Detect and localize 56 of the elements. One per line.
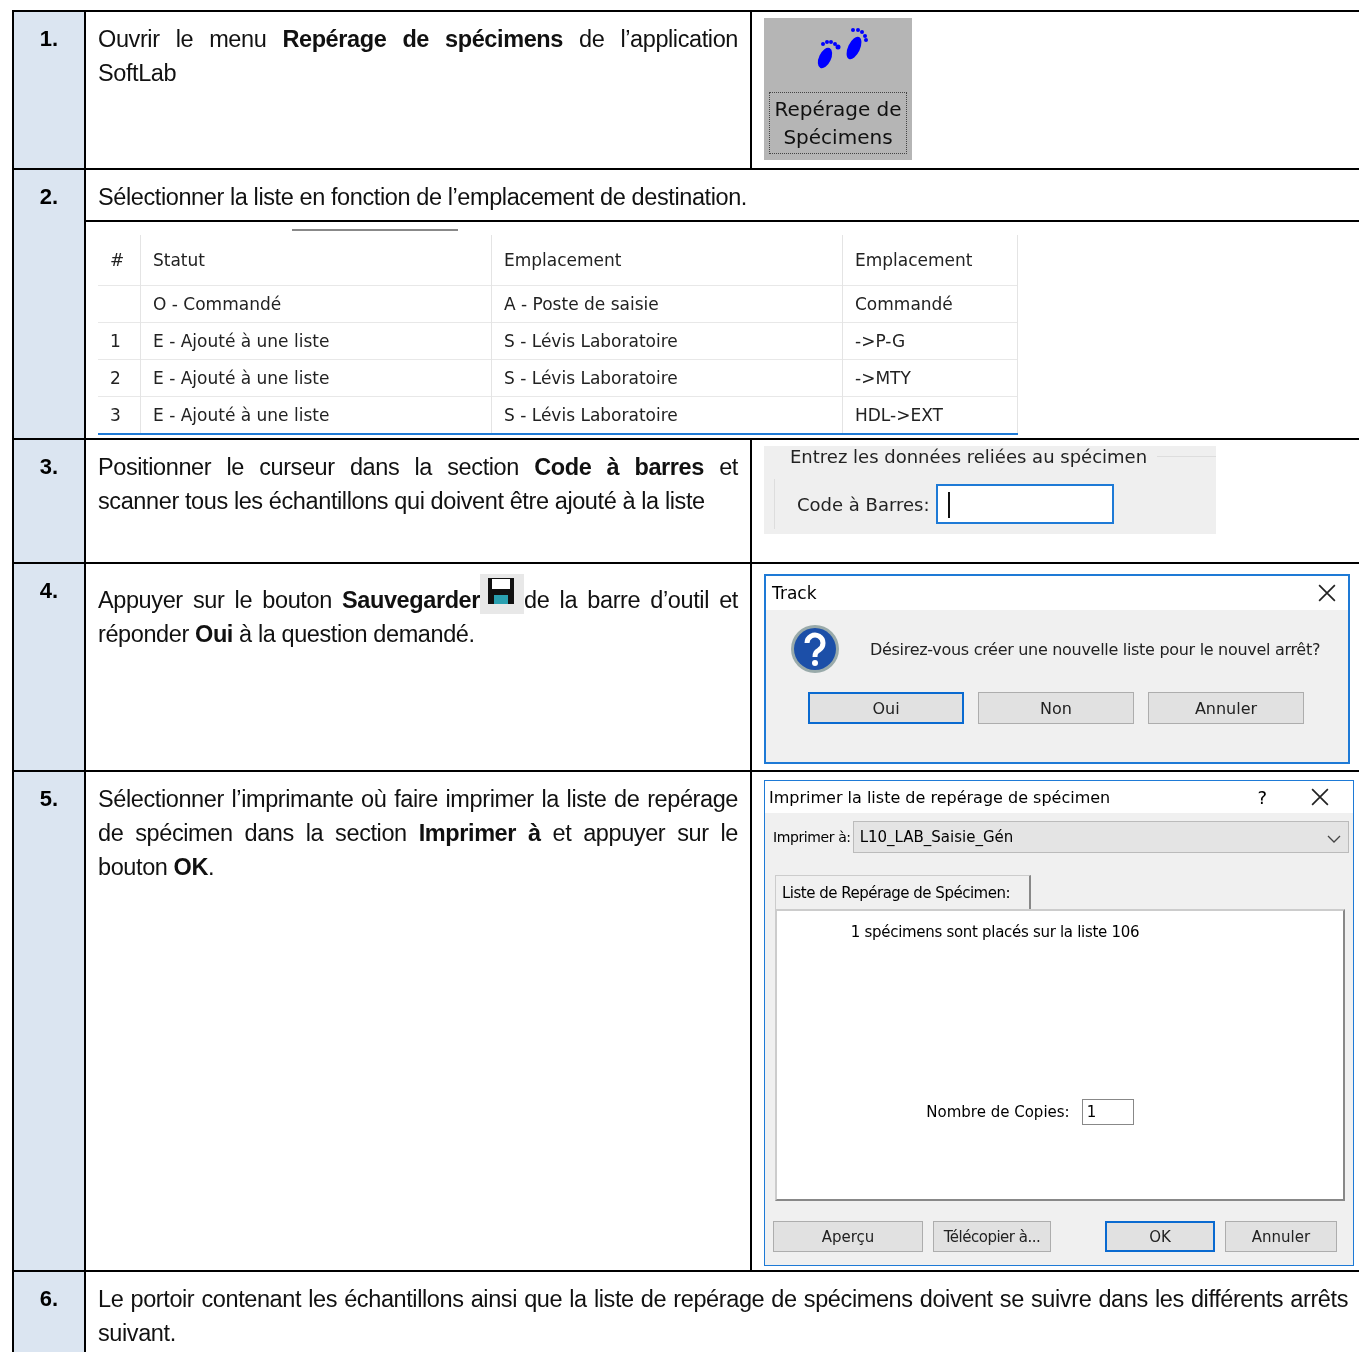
table-cell: S - Lévis Laboratoire	[491, 322, 843, 360]
dialog-button[interactable]: OK	[1105, 1221, 1215, 1252]
dialog-button[interactable]: Non	[978, 692, 1134, 724]
table-cell	[98, 285, 141, 323]
step-number: 3.	[39, 454, 59, 480]
column-header[interactable]: Statut	[140, 235, 492, 286]
table-cell: 1	[98, 322, 141, 360]
table-cell: S - Lévis Laboratoire	[491, 396, 843, 434]
field-label: Nombre de Copies:	[926, 1103, 1070, 1121]
table-cell: S - Lévis Laboratoire	[491, 359, 843, 397]
table-cell: E - Ajouté à une liste	[140, 359, 492, 397]
field-label: Code à Barres:	[797, 493, 930, 515]
step-instruction: Sélectionner la liste en fonction de l’emplacement de destination.	[98, 184, 747, 210]
dialog-button[interactable]: Oui	[808, 692, 964, 724]
table-cell: HDL->EXT	[842, 396, 1018, 434]
chevron-down-icon[interactable]	[1327, 835, 1341, 843]
dialog-title: Imprimer la liste de repérage de spécimen	[769, 787, 1112, 807]
table-cell: 3	[98, 396, 141, 434]
barcode-field[interactable]	[935, 484, 1114, 524]
dialog-button[interactable]: Aperçu	[773, 1221, 923, 1252]
table-cell: A - Poste de saisie	[491, 285, 843, 323]
dialog-title: Track	[772, 583, 817, 603]
table-cell: E - Ajouté à une liste	[140, 396, 492, 434]
table-cell: Commandé	[842, 285, 1018, 323]
group-title: Entrez les données reliées au spécimen	[789, 446, 1149, 467]
dialog-button[interactable]: Annuler	[1225, 1221, 1337, 1252]
column-header[interactable]: Emplacement	[842, 235, 1018, 286]
step-instruction: Positionner le curseur dans la section Code à barres et scanner tous les échantillons qui doivent être ajouté à la liste	[98, 453, 738, 516]
status-message: 1 spécimens sont placés sur la liste 106	[850, 923, 1140, 941]
column-header[interactable]: #	[98, 235, 141, 286]
step-number: 2.	[39, 184, 59, 210]
table-cell: E - Ajouté à une liste	[140, 322, 492, 360]
dialog-message: Désirez-vous créer une nouvelle liste pour le nouvel arrêt?	[870, 639, 1321, 659]
question-icon	[790, 624, 840, 674]
close-icon[interactable]	[1311, 788, 1329, 806]
field-label: Imprimer à:	[773, 829, 851, 845]
step-number: 4.	[39, 578, 59, 604]
table-cell: 2	[98, 359, 141, 397]
help-button[interactable]: ?	[1257, 786, 1267, 808]
step-instruction: Ouvrir le menu Repérage de spécimens de l’application SoftLab	[98, 25, 738, 88]
menu-button[interactable]: Repérage de Spécimens	[764, 18, 912, 160]
close-icon[interactable]	[1318, 584, 1336, 602]
column-header[interactable]: Emplacement	[491, 235, 843, 286]
step-instruction: Appuyer sur le bouton Sauvegarder de la barre d’outil et réponder Oui à la question demandé.	[98, 574, 738, 651]
step-number: 6.	[39, 1286, 59, 1312]
table-cell: ->P-G	[842, 322, 1018, 360]
step-number: 5.	[39, 786, 59, 812]
step-instruction: Le portoir contenant les échantillons ainsi que la liste de repérage de spécimens doivent se suivre dans les différents arrêts suivant.	[98, 1285, 1348, 1348]
step-number: 1.	[39, 26, 59, 52]
copies-field[interactable]: 1	[1081, 1099, 1134, 1125]
table-cell: O - Commandé	[140, 285, 492, 323]
step-instruction: Sélectionner l’imprimante où faire imprimer la liste de repérage de spécimen dans la section Imprimer à et appuyer sur le bouton OK.	[98, 785, 738, 882]
dialog-button[interactable]: Télécopier à...	[933, 1221, 1051, 1252]
dialog-button[interactable]: Annuler	[1148, 692, 1304, 724]
table-cell: ->MTY	[842, 359, 1018, 397]
printer-dropdown[interactable]: L10_LAB_Saisie_Gén	[852, 821, 1349, 853]
